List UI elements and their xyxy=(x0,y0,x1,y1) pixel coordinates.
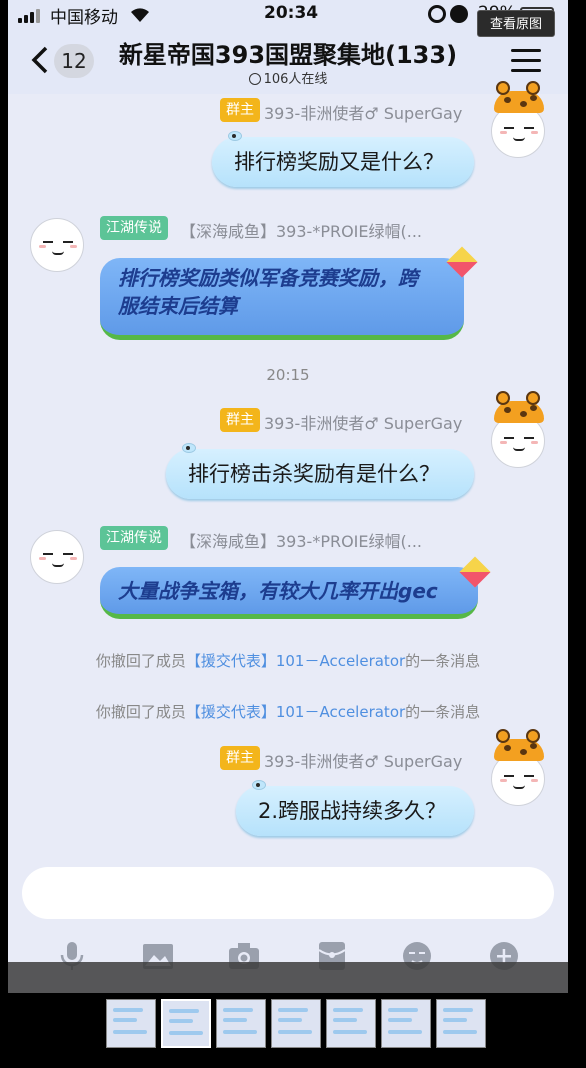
thumbnail-active[interactable] xyxy=(161,999,211,1048)
recalled-member-link[interactable]: 【援交代表】101－Accelerator xyxy=(186,703,405,721)
message-text: 排行榜奖励又是什么？ xyxy=(234,150,444,174)
message-bubble[interactable]: 排行榜奖励类似军备竞赛奖励，跨 服结束后结算 xyxy=(100,258,464,340)
alarm-icon xyxy=(450,5,468,23)
rank-badge: 江湖传说 xyxy=(100,526,168,550)
menu-button[interactable] xyxy=(511,48,541,74)
online-status: 106人在线 xyxy=(8,68,568,87)
owner-badge: 群主 xyxy=(220,746,260,770)
view-original-button[interactable]: 查看原图 xyxy=(477,10,555,37)
avatar[interactable] xyxy=(491,81,545,158)
message-bubble[interactable]: 2.跨服战持续多久？ xyxy=(236,780,474,836)
sender-name[interactable]: 393-非洲使者♂ SuperGay xyxy=(264,100,462,124)
thumbnail[interactable] xyxy=(216,999,266,1048)
owner-badge: 群主 xyxy=(220,408,260,432)
owner-badge: 群主 xyxy=(220,98,260,122)
chat-screen: 中国移动 20:34 29% 12 新星帝国393国盟聚集地(133) 106人… xyxy=(8,0,568,993)
message-bubble[interactable]: 排行榜奖励又是什么？ xyxy=(212,131,474,187)
signal-icon xyxy=(18,9,48,23)
sender-name[interactable]: 393-非洲使者♂ SuperGay xyxy=(264,410,462,434)
thumbnail[interactable] xyxy=(436,999,486,1048)
avatar[interactable] xyxy=(30,218,84,272)
sender-name[interactable]: 【深海咸鱼】393-*PROIE绿帽(... xyxy=(180,528,422,552)
thumbnail[interactable] xyxy=(381,999,431,1048)
sender-name[interactable]: 【深海咸鱼】393-*PROIE绿帽(... xyxy=(180,218,422,242)
group-title: 新星帝国393国盟聚集地(133) xyxy=(118,41,458,69)
recall-notice: 你撤回了成员【援交代表】101－Accelerator的一条消息 xyxy=(95,703,481,721)
message-text: 大量战争宝箱，有较大几率开出gec xyxy=(118,579,438,603)
thumbnail[interactable] xyxy=(326,999,376,1048)
thumbnail[interactable] xyxy=(106,999,156,1048)
thumbnail[interactable] xyxy=(271,999,321,1048)
sender-name[interactable]: 393-非洲使者♂ SuperGay xyxy=(264,748,462,772)
avatar[interactable] xyxy=(491,391,545,468)
thumbnail-strip xyxy=(0,993,586,1068)
avatar[interactable] xyxy=(30,530,84,584)
viewer-shade xyxy=(8,962,568,993)
message-text-line: 排行榜奖励类似军备竞赛奖励，跨 xyxy=(118,266,418,290)
avatar[interactable] xyxy=(491,729,545,806)
timestamp: 20:15 xyxy=(266,366,310,384)
rank-badge: 江湖传说 xyxy=(100,216,168,240)
message-bubble[interactable]: 大量战争宝箱，有较大几率开出gec xyxy=(100,567,478,619)
carrier-label: 中国移动 xyxy=(50,8,118,28)
message-input[interactable] xyxy=(22,867,554,919)
online-count: 106人在线 xyxy=(263,72,328,87)
chat-header: 12 新星帝国393国盟聚集地(133) 106人在线 xyxy=(8,28,568,94)
recall-notice: 你撤回了成员【援交代表】101－Accelerator的一条消息 xyxy=(95,652,481,670)
clock: 20:34 xyxy=(264,3,319,23)
online-clock-icon xyxy=(248,73,261,85)
wifi-icon xyxy=(131,8,149,22)
rotation-lock-icon xyxy=(428,5,446,23)
message-text: 2.跨服战持续多久？ xyxy=(258,799,447,823)
message-text: 排行榜击杀奖励有是什么？ xyxy=(188,462,440,486)
recalled-member-link[interactable]: 【援交代表】101－Accelerator xyxy=(186,652,405,670)
message-text-line: 服结束后结算 xyxy=(118,294,238,318)
message-bubble[interactable]: 排行榜击杀奖励有是什么？ xyxy=(166,443,474,499)
